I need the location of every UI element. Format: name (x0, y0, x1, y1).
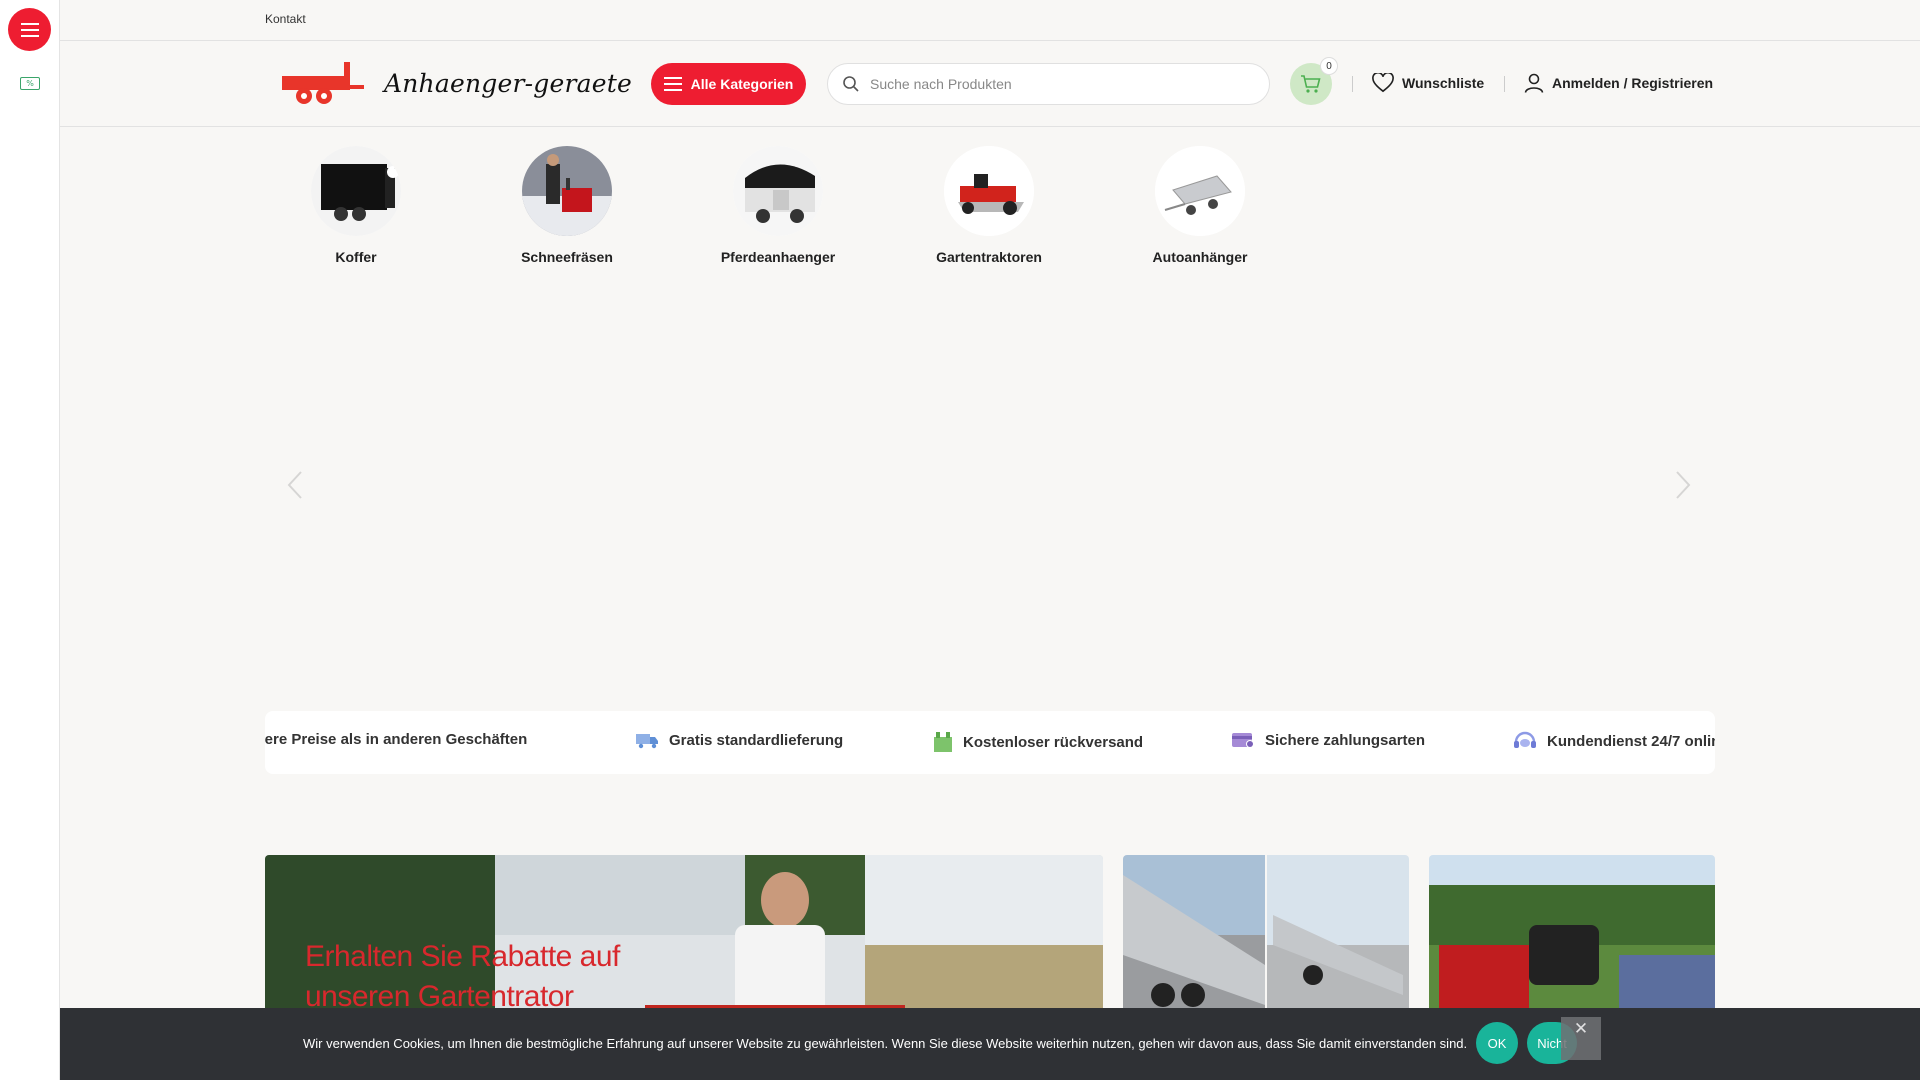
category-label: Koffer (335, 249, 377, 265)
feature-label: Sichere zahlungsarten (1265, 731, 1426, 749)
feature-label: Kostenloser rückversand (963, 733, 1144, 751)
wishlist-label: Wunschliste (1402, 75, 1485, 91)
login-link[interactable]: Anmelden / Registrieren (1524, 73, 1713, 93)
category-koffer[interactable]: Koffer (266, 146, 446, 265)
category-label: Autoanhänger (1152, 249, 1248, 265)
feature-item: Kundendienst 24/7 online (1513, 731, 1715, 751)
horse-trailer-image (733, 146, 823, 236)
category-label: Schneefräsen (521, 249, 613, 265)
left-rail: % (0, 0, 60, 1080)
all-categories-button[interactable]: Alle Kategorien (651, 63, 806, 105)
snow-blower-image (522, 146, 612, 236)
card-icon (1232, 733, 1254, 748)
garden-tractor-image (944, 146, 1034, 236)
top-bar: Kontakt (60, 0, 1920, 41)
search-icon (843, 76, 859, 92)
box-trailer-image (311, 146, 401, 236)
divider (1504, 76, 1505, 92)
category-autoanhaenger[interactable]: Autoanhänger (1110, 146, 1290, 265)
all-categories-label: Alle Kategorien (690, 76, 794, 92)
category-pferdeanhaenger[interactable]: Pferdeanhaenger (688, 146, 868, 265)
category-schneefraesen[interactable]: Schneefräsen (477, 146, 657, 265)
car-trailer-image (1155, 146, 1245, 236)
contact-link[interactable]: Kontakt (265, 12, 306, 26)
feature-item: Kostenloser rückversand (933, 731, 1143, 753)
slider-prev-arrow[interactable] (285, 470, 305, 500)
return-box-icon (934, 732, 952, 752)
site-logo[interactable]: Anhaenger-geraete (280, 60, 632, 106)
cart-button[interactable]: 0 (1290, 57, 1338, 105)
feature-item: Niedrigere Preise als in anderen Geschäf… (265, 731, 527, 748)
slider-next-arrow[interactable] (1673, 470, 1693, 500)
hamburger-menu-button[interactable] (8, 8, 51, 51)
heart-icon (1372, 73, 1394, 93)
category-gartentraktoren[interactable]: Gartentraktoren (899, 146, 1079, 265)
logo-text: Anhaenger-geraete (384, 68, 632, 98)
headset-icon (1514, 731, 1536, 748)
feature-item: Sichere zahlungsarten (1231, 731, 1425, 749)
close-icon: ✕ (1573, 1019, 1589, 1038)
category-label: Pferdeanhaenger (720, 249, 836, 265)
login-label: Anmelden / Registrieren (1552, 75, 1714, 91)
feature-label: Niedrigere Preise als in anderen Geschäf… (265, 731, 528, 748)
search-input[interactable] (870, 76, 1250, 92)
feature-label: Kundendienst 24/7 online (1547, 732, 1715, 750)
trailer-logo-icon (282, 62, 364, 104)
cart-icon (1301, 75, 1321, 93)
wishlist-link[interactable]: Wunschliste (1372, 73, 1484, 93)
coupon-icon[interactable]: % (20, 77, 40, 90)
divider (1352, 76, 1353, 92)
cart-count-badge: 0 (1320, 57, 1338, 75)
features-strip: Niedrigere Preise als in anderen Geschäf… (265, 711, 1715, 774)
cookie-ok-button[interactable]: OK (1476, 1022, 1518, 1064)
banner-title: Erhalten Sie Rabatte auf unseren Gartent… (305, 940, 620, 1013)
search-box (827, 63, 1270, 105)
cookie-text: Wir verwenden Cookies, um Ihnen die best… (303, 1036, 1468, 1051)
truck-icon (636, 734, 658, 749)
menu-icon (20, 22, 39, 37)
cookie-bar: Wir verwenden Cookies, um Ihnen die best… (60, 1008, 1920, 1080)
feature-label: Gratis standardlieferung (669, 731, 844, 749)
user-icon (1524, 73, 1544, 93)
menu-icon (663, 77, 682, 91)
site-header: Anhaenger-geraete Alle Kategorien 0 Wuns… (60, 41, 1920, 127)
category-label: Gartentraktoren (936, 249, 1042, 265)
feature-item: Gratis standardlieferung (635, 731, 843, 749)
cookie-close-button[interactable]: ✕ (1561, 1017, 1601, 1060)
